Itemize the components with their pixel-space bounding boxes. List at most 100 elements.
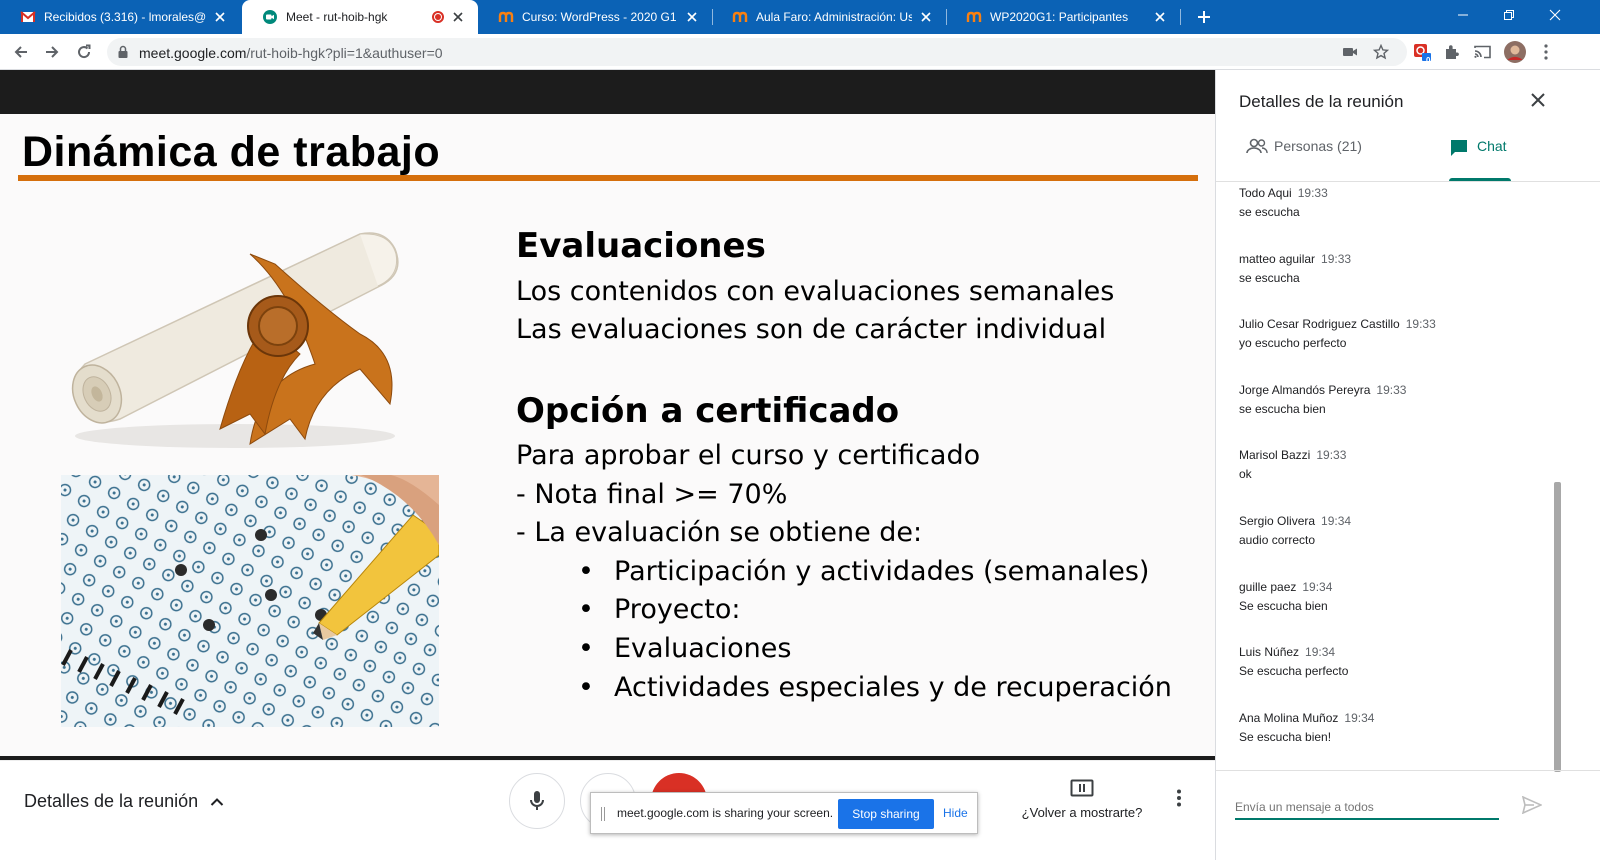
arrow-right-icon	[46, 46, 59, 58]
tab-participantes[interactable]: WP2020G1: Participantes	[946, 0, 1180, 34]
drag-handle-icon[interactable]	[601, 807, 605, 821]
panel-title: Detalles de la reunión	[1239, 92, 1404, 111]
url-host: meet.google.com	[139, 45, 247, 61]
bullet-item: • Proyecto:	[578, 594, 741, 625]
restore-button[interactable]	[1486, 0, 1532, 30]
meet-icon	[262, 9, 278, 25]
url-text: meet.google.com/rut-hoib-hgk?pli=1&authu…	[139, 45, 443, 61]
close-icon	[1531, 93, 1545, 107]
tab-people[interactable]: Personas (21)	[1246, 138, 1362, 180]
message-text: audio correcto	[1239, 532, 1316, 547]
slide-line: Para aprobar el curso y certificado	[516, 440, 981, 471]
back-button[interactable]	[7, 38, 35, 66]
tab-gmail[interactable]: Recibidos (3.316) - lmorales@gru	[0, 0, 240, 34]
puzzle-icon	[1446, 45, 1459, 59]
message-time: 19:33	[1321, 251, 1352, 266]
address-bar[interactable]: meet.google.com/rut-hoib-hgk?pli=1&authu…	[107, 38, 1407, 66]
hide-button[interactable]: Hide	[943, 806, 968, 820]
message-text: se escucha	[1239, 205, 1300, 219]
message-time: 19:34	[1344, 710, 1375, 725]
extension-badge-count: 0	[1426, 56, 1431, 65]
tab-people-label: Personas (21)	[1274, 138, 1362, 154]
send-icon	[1522, 796, 1542, 814]
close-icon[interactable]	[1152, 9, 1168, 25]
extensions-button[interactable]	[1438, 38, 1466, 66]
message-author: Sergio Olivera	[1239, 513, 1316, 528]
chat-scrollbar[interactable]	[1554, 482, 1561, 772]
message-text: yo escucho perfecto	[1239, 336, 1347, 351]
chat-message-input[interactable]	[1235, 796, 1499, 820]
slide-line: Los contenidos con evaluaciones semanale…	[516, 276, 1115, 307]
forward-button[interactable]	[38, 38, 66, 66]
bullet-item: • Participación y actividades (semanales)	[578, 556, 1150, 587]
close-icon[interactable]	[450, 9, 466, 25]
present-again-button[interactable]: ¿Volver a mostrarte?	[1020, 779, 1144, 820]
camera-icon[interactable]	[1342, 46, 1358, 58]
message-text: se escucha bien	[1239, 401, 1326, 416]
tab-title: Meet - rut-hoib-hgk	[286, 10, 388, 24]
slide-line: - La evaluación se obtiene de:	[516, 517, 923, 548]
chat-message: Luis Núñez 19:34 Se escucha perfecto	[1239, 645, 1559, 711]
chat-message: Julio Cesar Rodriguez Castillo 19:33 yo es…	[1239, 317, 1559, 383]
message-text: Se escucha bien!	[1239, 729, 1332, 744]
moodle-icon	[732, 9, 748, 25]
message-author: Luis Núñez	[1239, 645, 1300, 660]
send-message-button[interactable]	[1522, 796, 1542, 814]
message-time: 19:34	[1302, 579, 1333, 594]
message-time: 19:34	[1321, 513, 1352, 528]
slide-title: Dinámica de trabajo	[22, 128, 441, 176]
chat-message: guille paez 19:34 Se escucha bien	[1239, 580, 1559, 646]
tab-curso-wordpress[interactable]: Curso: WordPress - 2020 G1	[478, 0, 712, 34]
stop-sharing-button[interactable]: Stop sharing	[838, 799, 934, 829]
message-author: matteo aguilar	[1239, 251, 1316, 266]
chat-message: matteo aguilar 19:33 se escucha	[1239, 252, 1559, 318]
close-icon[interactable]	[684, 9, 700, 25]
profile-button[interactable]	[1501, 38, 1529, 66]
message-time: 19:34	[1305, 645, 1336, 660]
tab-separator	[1180, 9, 1181, 25]
moodle-icon	[498, 9, 514, 25]
extension-button[interactable]: 0	[1408, 38, 1436, 66]
lock-icon[interactable]	[117, 45, 129, 59]
tab-chat[interactable]: Chat	[1449, 138, 1507, 180]
more-options-button[interactable]	[1176, 789, 1182, 807]
close-icon[interactable]	[212, 9, 228, 25]
message-text: Se escucha bien	[1239, 598, 1328, 613]
browser-menu-button[interactable]	[1532, 38, 1560, 66]
reload-icon	[78, 44, 91, 59]
tab-title: Recibidos (3.316) - lmorales@gru	[44, 10, 206, 24]
minimize-icon	[1458, 14, 1468, 16]
message-text: ok	[1239, 467, 1252, 482]
cast-button[interactable]	[1469, 38, 1497, 66]
microphone-button[interactable]	[509, 773, 565, 829]
presentation-stage: Dinámica de trabajo Evaluaciones Los con…	[0, 70, 1215, 760]
kebab-menu-icon	[1177, 789, 1181, 807]
reload-button[interactable]	[70, 38, 98, 66]
close-window-button[interactable]	[1532, 0, 1578, 30]
minimize-button[interactable]	[1440, 0, 1486, 30]
plus-icon	[1198, 11, 1210, 23]
close-icon	[1549, 9, 1561, 21]
tab-chat-label: Chat	[1477, 138, 1507, 154]
chat-message: Jorge Almandós Pereyra 19:33 se escucha bi…	[1239, 383, 1559, 449]
arrow-left-icon	[14, 46, 27, 58]
shared-screen-slide: Dinámica de trabajo Evaluaciones Los con…	[0, 114, 1215, 756]
message-time: 19:33	[1405, 317, 1436, 332]
answer-sheet-image	[61, 475, 439, 727]
message-author: Julio Cesar Rodriguez Castillo	[1239, 317, 1400, 332]
new-tab-button[interactable]	[1192, 5, 1216, 29]
message-author: Marisol Bazzi	[1239, 448, 1311, 463]
meeting-details-toggle[interactable]: Detalles de la reunión	[24, 791, 224, 812]
message-author: Ana Molina Muñoz	[1239, 710, 1339, 725]
tab-title: WP2020G1: Participantes	[990, 10, 1129, 24]
browser-toolbar: meet.google.com/rut-hoib-hgk?pli=1&authu…	[0, 34, 1600, 70]
close-panel-button[interactable]	[1530, 92, 1546, 108]
tab-aula-faro[interactable]: Aula Faro: Administración: Usuar	[712, 0, 946, 34]
browser-tab-strip: Recibidos (3.316) - lmorales@gru Meet - …	[0, 0, 1600, 34]
close-icon[interactable]	[918, 9, 934, 25]
chat-message: Todo Aqui 19:33 se escucha	[1239, 186, 1559, 252]
message-text: Se escucha perfecto	[1239, 664, 1349, 679]
star-icon[interactable]	[1373, 44, 1389, 60]
message-time: 19:33	[1376, 382, 1407, 397]
tab-meet[interactable]: Meet - rut-hoib-hgk	[242, 0, 478, 34]
